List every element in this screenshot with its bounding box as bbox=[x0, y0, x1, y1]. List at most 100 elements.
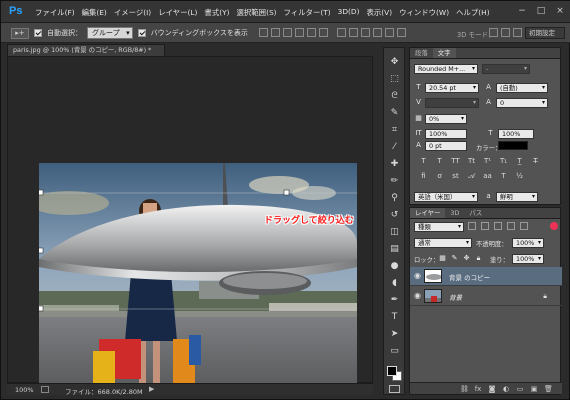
eye-icon[interactable]: ◉ bbox=[413, 272, 422, 280]
layer-row[interactable]: ◉ 背景 🔒︎ bbox=[410, 287, 562, 306]
faux-bold-icon[interactable]: T bbox=[418, 157, 429, 166]
blend-mode-select[interactable]: 通常 bbox=[414, 238, 472, 248]
tab-character[interactable]: 文字 bbox=[432, 48, 456, 58]
filter-toggle-icon[interactable] bbox=[550, 222, 558, 230]
align-bottom-icon[interactable] bbox=[283, 28, 292, 37]
zoom-level[interactable]: 100% bbox=[15, 386, 34, 394]
foreground-color-swatch[interactable] bbox=[387, 366, 397, 376]
leading-field[interactable]: (自動) bbox=[496, 83, 548, 93]
eraser-tool-icon[interactable]: ◫ bbox=[387, 226, 402, 238]
tab-paths[interactable]: パス bbox=[464, 208, 487, 218]
stylistic-icon[interactable]: 𝒜 bbox=[466, 172, 477, 181]
ligature-icon[interactable]: fi bbox=[418, 172, 429, 181]
quick-select-tool-icon[interactable]: ✎ bbox=[387, 107, 402, 119]
move-tool-icon[interactable]: ▸+ bbox=[11, 27, 29, 39]
vertical-scale-field[interactable]: 100% bbox=[425, 129, 467, 139]
tab-paragraph[interactable]: 段落 bbox=[410, 48, 433, 58]
horizontal-scale-field[interactable]: 100% bbox=[498, 129, 534, 139]
align-top-icon[interactable] bbox=[259, 28, 268, 37]
trash-icon[interactable]: 🗑︎ bbox=[544, 385, 553, 393]
minimize-icon[interactable]: − bbox=[517, 6, 527, 16]
small-caps-icon[interactable]: Tt bbox=[466, 157, 477, 166]
language-select[interactable]: 英語（米国） bbox=[414, 192, 478, 202]
3d-rotate-icon[interactable] bbox=[489, 28, 498, 37]
lasso-tool-icon[interactable]: ᘓ bbox=[387, 90, 402, 102]
opacity-field[interactable]: 100% bbox=[512, 238, 544, 248]
brush-tool-icon[interactable]: ✏ bbox=[387, 175, 402, 187]
lock-transparency-icon[interactable]: ▦ bbox=[438, 254, 447, 263]
menu-help[interactable]: ヘルプ(H) bbox=[456, 7, 490, 19]
new-layer-icon[interactable]: ▣ bbox=[530, 385, 538, 393]
3d-roll-icon[interactable] bbox=[501, 28, 510, 37]
menu-window[interactable]: ウィンドウ(W) bbox=[399, 7, 449, 19]
faux-italic-icon[interactable]: T bbox=[434, 157, 445, 166]
type-tool-icon[interactable]: T bbox=[387, 311, 402, 323]
menu-layer[interactable]: レイヤー(L) bbox=[158, 7, 197, 19]
ordinal-icon[interactable]: T bbox=[498, 172, 509, 181]
status-menu-arrow-icon[interactable]: ▶ bbox=[149, 385, 154, 393]
distribute-bottom-icon[interactable] bbox=[361, 28, 370, 37]
antialias-select[interactable]: 鮮明 bbox=[496, 192, 538, 202]
3d-pan-icon[interactable] bbox=[513, 28, 522, 37]
clone-stamp-tool-icon[interactable]: ⚲ bbox=[387, 192, 402, 204]
lock-pixels-icon[interactable]: ✎ bbox=[450, 254, 459, 263]
dodge-tool-icon[interactable]: ◖ bbox=[387, 277, 402, 289]
align-vcenter-icon[interactable] bbox=[271, 28, 280, 37]
subscript-icon[interactable]: T₁ bbox=[498, 157, 509, 166]
strikethrough-icon[interactable]: T̶ bbox=[530, 157, 541, 166]
font-style-select[interactable]: - bbox=[482, 64, 530, 74]
align-left-icon[interactable] bbox=[295, 28, 304, 37]
close-icon[interactable]: × bbox=[555, 6, 565, 16]
distribute-left-icon[interactable] bbox=[373, 28, 382, 37]
gradient-tool-icon[interactable]: ▤ bbox=[387, 243, 402, 255]
distribute-top-icon[interactable] bbox=[337, 28, 346, 37]
add-mask-icon[interactable]: ◙ bbox=[488, 385, 496, 393]
quick-mask-icon[interactable] bbox=[389, 385, 400, 393]
lock-all-icon[interactable]: 🔒︎ bbox=[474, 254, 483, 263]
image-canvas[interactable] bbox=[39, 163, 357, 386]
menu-view[interactable]: 表示(V) bbox=[366, 7, 392, 19]
path-select-tool-icon[interactable]: ➤ bbox=[387, 328, 402, 340]
discretionary-ligature-icon[interactable]: ơ bbox=[434, 172, 445, 181]
document-tab[interactable]: paris.jpg @ 100% (背景 のコピー, RGB/8#) * bbox=[7, 44, 165, 56]
crop-tool-icon[interactable]: ⌗ bbox=[387, 124, 402, 136]
text-color-swatch[interactable] bbox=[498, 141, 528, 150]
fill-field[interactable]: 100% bbox=[512, 254, 544, 264]
type-filter-icon[interactable] bbox=[494, 222, 502, 230]
tracking-field[interactable]: 0 bbox=[496, 98, 548, 108]
blur-tool-icon[interactable]: ● bbox=[387, 260, 402, 272]
kerning-field[interactable] bbox=[425, 98, 479, 108]
auto-select-dropdown[interactable]: グループ bbox=[87, 27, 133, 39]
layer-style-icon[interactable]: fx bbox=[474, 385, 482, 393]
distribute-right-icon[interactable] bbox=[397, 28, 406, 37]
adjustment-layer-icon[interactable]: ◐ bbox=[502, 385, 510, 393]
eyedropper-tool-icon[interactable]: ⁄ bbox=[387, 141, 402, 153]
menu-edit[interactable]: 編集(E) bbox=[82, 7, 107, 19]
workspace-switcher[interactable]: 初期設定 bbox=[525, 27, 565, 39]
lock-position-icon[interactable]: ✥ bbox=[462, 254, 471, 263]
history-brush-tool-icon[interactable]: ↺ bbox=[387, 209, 402, 221]
menu-image[interactable]: イメージ(I) bbox=[114, 7, 151, 19]
menu-type[interactable]: 書式(Y) bbox=[204, 7, 229, 19]
titling-icon[interactable]: aa bbox=[482, 172, 493, 181]
menu-select[interactable]: 選択範囲(S) bbox=[237, 7, 277, 19]
move-tool-icon[interactable]: ✥ bbox=[387, 56, 402, 68]
tab-3d[interactable]: 3D bbox=[445, 208, 464, 218]
menu-file[interactable]: ファイル(F) bbox=[35, 7, 75, 19]
maximize-icon[interactable]: □ bbox=[536, 6, 546, 16]
bounding-box-checkbox[interactable] bbox=[137, 29, 146, 37]
auto-select-checkbox[interactable] bbox=[34, 29, 42, 37]
smart-object-filter-icon[interactable] bbox=[520, 222, 528, 230]
font-size-field[interactable]: 20.54 pt bbox=[425, 83, 479, 93]
baseline-shift-field[interactable]: 0 pt bbox=[425, 141, 467, 151]
swash-icon[interactable]: st bbox=[450, 172, 461, 181]
tab-layers[interactable]: レイヤー bbox=[410, 208, 446, 218]
shape-tool-icon[interactable]: ▭ bbox=[387, 345, 402, 357]
all-caps-icon[interactable]: TT bbox=[450, 157, 461, 166]
pixel-filter-icon[interactable] bbox=[468, 222, 476, 230]
layer-row[interactable]: ◉ 背景 のコピー bbox=[410, 267, 562, 286]
layer-filter-select[interactable]: 種類 bbox=[414, 222, 464, 232]
menu-3d[interactable]: 3D(D) bbox=[338, 7, 360, 19]
tsume-field[interactable]: 0% bbox=[425, 114, 467, 124]
align-right-icon[interactable] bbox=[319, 28, 328, 37]
